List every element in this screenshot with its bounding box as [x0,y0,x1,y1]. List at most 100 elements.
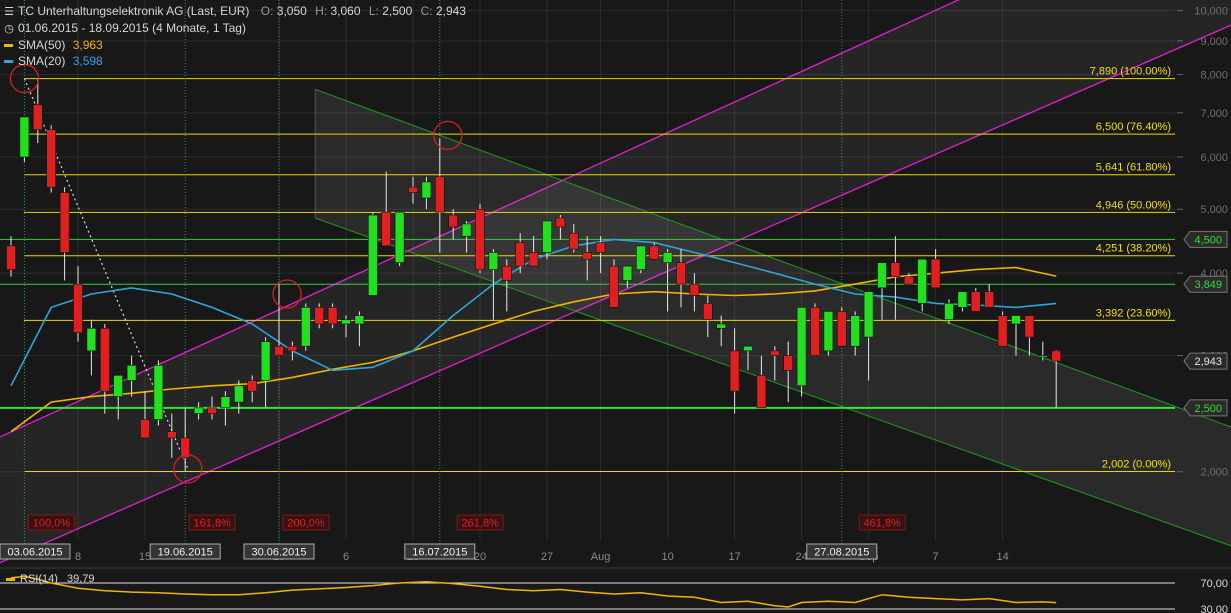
fib-level-label: 3,392 (23.60%) [1096,307,1171,319]
candle-body [46,129,57,188]
candle-body [300,307,311,347]
instrument-title: TC Unterhaltungselektronik AG (Last, EUR… [18,4,250,18]
candle-body [73,283,83,333]
candle-body [743,345,753,352]
candle-body [528,252,539,267]
candle-body [957,291,968,308]
candle-body [408,186,418,193]
candle-body [796,307,807,387]
extension-label: 100,0% [33,518,71,530]
candle-body [488,252,499,270]
candle-body [126,365,137,381]
candle-body [341,319,351,325]
y-tick-label: 8,000 [1200,70,1228,82]
candle-body [113,375,123,397]
candle-body [59,192,70,253]
candle-body [582,252,593,260]
sma20-value: 3,598 [72,54,103,68]
x-tick-label: 8 [75,551,81,563]
candle-body [394,211,405,263]
candle-body [167,431,177,439]
candle-body [568,232,579,250]
candle-body [689,283,700,296]
fib-level-label: 5,641 (61.80%) [1096,162,1171,174]
candle-body [595,242,606,253]
candle-body [32,104,43,131]
candle-body [100,327,110,392]
candle-body [421,181,432,199]
candle-body [19,116,30,158]
candle-body [1024,315,1035,338]
candle-body [327,307,338,325]
candle-body [542,220,552,253]
x-tick-label: 15 [139,551,151,563]
candle-body [1051,350,1061,362]
sma50-name: SMA(50) [18,38,66,52]
y-tick-label: 6,000 [1200,152,1228,164]
candle-body [609,265,619,308]
candle-body [193,407,204,414]
candle-body [702,303,713,321]
candle-body [220,396,231,409]
extension-label: 200,0% [287,518,325,530]
candle-body [354,315,365,325]
candle-body [676,262,686,285]
candle-body [970,291,981,312]
candle-body [247,380,257,392]
candle-body [997,315,1008,347]
rsi-level-label: 30,00 [1200,604,1228,613]
clock-icon: ◷ [4,23,14,35]
low-value: 2,500 [382,4,413,18]
sma20-swatch [4,60,13,64]
header-title-row: ☰ TC Unterhaltungselektronik AG (Last, EU… [4,4,471,18]
sma20-name: SMA(20) [18,54,66,68]
date-marker-label: 30.06.2015 [251,547,306,559]
low-key: L: [368,4,379,18]
extension-label: 461,8% [864,518,902,530]
sma20-legend[interactable]: SMA(20) 3,598 [4,54,103,68]
candle-body [140,419,150,439]
x-tick-label: 6 [343,551,349,563]
open-key: O: [260,4,274,18]
candle-body [635,245,646,270]
level-tag-label: 3,849 [1194,279,1222,291]
candle-body [555,217,566,228]
price-chart[interactable]: 7,890 (100.00%) 6,500 (76.40%) 5,641 (61.8… [0,0,1231,613]
candle-body [434,176,445,213]
date-marker-label: 03.06.2015 [7,547,62,559]
candle-body [729,350,740,392]
rsi-legend[interactable]: RSI(14) 39,79 [6,573,95,585]
candle-body [1011,315,1021,325]
candle-body [756,375,767,409]
candle-body [381,211,392,247]
candle-body [917,258,928,304]
rsi-level-label: 70,00 [1200,578,1228,590]
candle-body [622,265,633,281]
candle-body [890,262,901,278]
candle-body [769,350,780,356]
y-tick-label: 2,000 [1200,467,1228,479]
y-tick-label: 5,000 [1200,204,1228,216]
period-text: 01.06.2015 - 18.09.2015 (4 Monate, 1 Tag… [18,21,246,35]
close-value: 2,943 [435,4,466,18]
candle-body [274,345,284,356]
header-period-row: ◷ 01.06.2015 - 18.09.2015 (4 Monate, 1 Ta… [4,21,246,35]
x-tick-label: 7 [933,551,939,563]
candle-body [1038,355,1048,358]
candle-body [461,223,472,237]
sma50-swatch [4,44,13,48]
y-tick-label: 9,000 [1200,36,1228,48]
candle-body [86,327,97,352]
high-key: H: [315,4,328,18]
rsi-name: RSI(14) [20,573,58,585]
sma50-legend[interactable]: SMA(50) 3,963 [4,38,103,52]
date-marker-label: 27.08.2015 [814,547,869,559]
candle-body [930,258,941,289]
candle-body [944,303,954,321]
candle-body [716,323,727,329]
high-value: 3,060 [330,4,361,18]
candle-body [207,407,217,414]
date-marker-label: 16.07.2015 [412,547,467,559]
extension-label: 261,8% [462,518,500,530]
y-tick-label: 7,000 [1200,108,1228,120]
